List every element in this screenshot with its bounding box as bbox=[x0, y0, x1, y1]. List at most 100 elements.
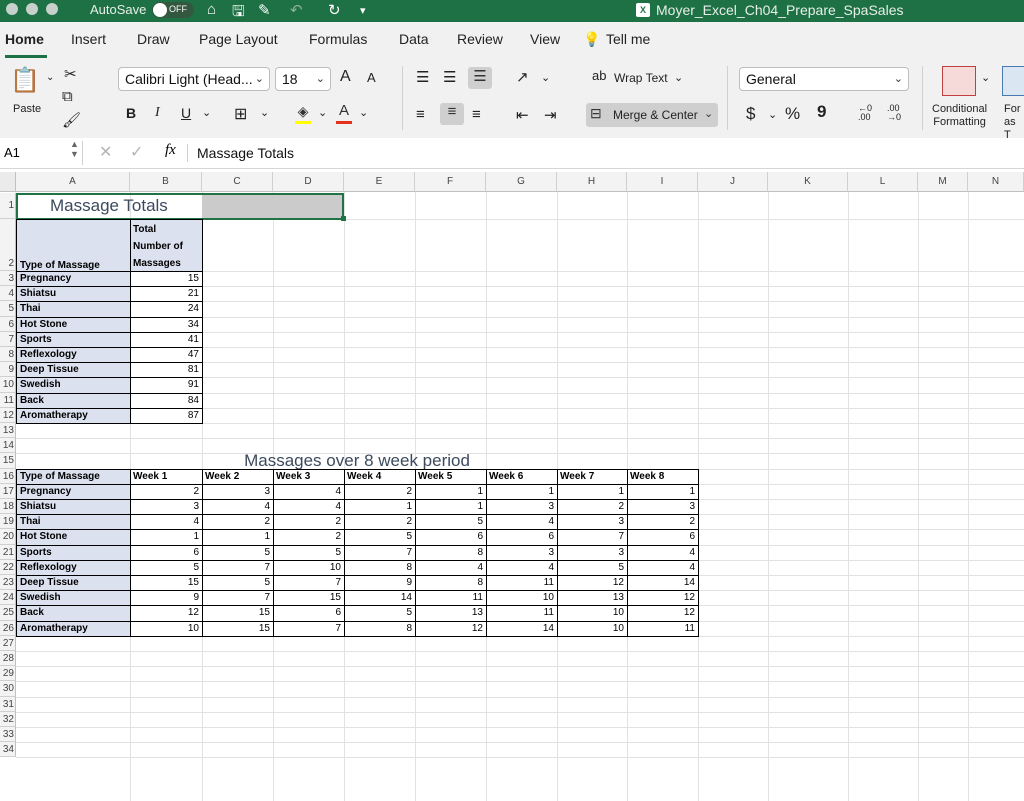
borders-icon[interactable]: ⊞ bbox=[234, 104, 247, 124]
week-header[interactable]: Week 1 bbox=[130, 468, 203, 485]
conditional-formatting-icon[interactable] bbox=[942, 66, 976, 96]
column-header-m[interactable]: M bbox=[918, 172, 968, 192]
weekly-cell[interactable]: 4 bbox=[273, 499, 345, 516]
totals-row-type[interactable]: Thai bbox=[16, 301, 131, 318]
column-header-k[interactable]: K bbox=[768, 172, 848, 192]
weekly-cell[interactable]: 15 bbox=[130, 575, 203, 592]
weekly-cell[interactable]: 5 bbox=[273, 544, 345, 561]
maximize-window-button[interactable] bbox=[46, 3, 58, 15]
orientation-dropdown-icon[interactable]: ⌄ bbox=[541, 71, 550, 84]
weekly-cell[interactable]: 2 bbox=[273, 514, 345, 531]
cell-a15-title[interactable]: Massages over 8 week period bbox=[16, 452, 698, 469]
format-as-table-button[interactable]: For as T bbox=[1004, 103, 1024, 142]
weekly-cell[interactable]: 4 bbox=[486, 559, 558, 576]
row-header-15[interactable]: 15 bbox=[0, 453, 16, 469]
align-left-icon[interactable]: ≡ bbox=[416, 106, 425, 123]
weekly-cell[interactable]: 10 bbox=[486, 590, 558, 607]
week-header[interactable]: Week 7 bbox=[557, 468, 628, 485]
weekly-cell[interactable]: 4 bbox=[202, 499, 274, 516]
copy-icon[interactable]: ⧉ bbox=[62, 88, 73, 105]
column-header-i[interactable]: I bbox=[627, 172, 698, 192]
weekly-type-header[interactable]: Type of Massage bbox=[16, 468, 131, 485]
totals-row-total[interactable]: 24 bbox=[130, 301, 203, 318]
cell-a1-title[interactable]: Massage Totals bbox=[16, 193, 344, 220]
weekly-row-type[interactable]: Pregnancy bbox=[16, 483, 131, 500]
weekly-cell[interactable]: 11 bbox=[415, 590, 487, 607]
weekly-row-type[interactable]: Sports bbox=[16, 544, 131, 561]
row-header-25[interactable]: 25 bbox=[0, 605, 16, 621]
italic-button[interactable]: I bbox=[155, 105, 160, 121]
row-header-29[interactable]: 29 bbox=[0, 666, 16, 682]
cut-icon[interactable]: ✂ bbox=[64, 65, 77, 83]
row-header-14[interactable]: 14 bbox=[0, 438, 16, 454]
weekly-cell[interactable]: 3 bbox=[627, 499, 699, 516]
column-header-a[interactable]: A bbox=[16, 172, 130, 192]
weekly-cell[interactable]: 9 bbox=[130, 590, 203, 607]
align-center-button[interactable]: ≡ bbox=[440, 103, 464, 125]
paste-icon[interactable]: 📋 bbox=[10, 66, 40, 96]
weekly-cell[interactable]: 12 bbox=[415, 620, 487, 637]
tab-page-layout[interactable]: Page Layout bbox=[199, 31, 278, 47]
close-window-button[interactable] bbox=[6, 3, 18, 15]
week-header[interactable]: Week 6 bbox=[486, 468, 558, 485]
conditional-dropdown-icon[interactable]: ⌄ bbox=[981, 71, 990, 84]
weekly-cell[interactable]: 6 bbox=[130, 544, 203, 561]
weekly-cell[interactable]: 7 bbox=[202, 590, 274, 607]
tab-review[interactable]: Review bbox=[457, 31, 503, 47]
row-header-2[interactable]: 2 bbox=[0, 219, 16, 271]
weekly-cell[interactable]: 10 bbox=[130, 620, 203, 637]
cancel-icon[interactable]: ✕ bbox=[99, 142, 112, 162]
weekly-cell[interactable]: 3 bbox=[557, 544, 628, 561]
weekly-cell[interactable]: 1 bbox=[557, 483, 628, 500]
document-title[interactable]: Moyer_Excel_Ch04_Prepare_SpaSales bbox=[656, 2, 903, 18]
weekly-cell[interactable]: 2 bbox=[344, 483, 416, 500]
font-name-select[interactable]: Calibri Light (Head... ⌄ bbox=[118, 67, 270, 91]
totals-row-total[interactable]: 81 bbox=[130, 362, 203, 379]
row-header-32[interactable]: 32 bbox=[0, 711, 16, 727]
weekly-cell[interactable]: 13 bbox=[415, 605, 487, 622]
row-header-17[interactable]: 17 bbox=[0, 483, 16, 499]
weekly-cell[interactable]: 10 bbox=[557, 605, 628, 622]
weekly-cell[interactable]: 4 bbox=[627, 559, 699, 576]
weekly-cell[interactable]: 12 bbox=[557, 575, 628, 592]
totals-row-total[interactable]: 15 bbox=[130, 271, 203, 288]
totals-row-type[interactable]: Pregnancy bbox=[16, 271, 131, 288]
column-header-n[interactable]: N bbox=[968, 172, 1024, 192]
weekly-cell[interactable]: 5 bbox=[202, 575, 274, 592]
row-header-27[interactable]: 27 bbox=[0, 635, 16, 651]
weekly-row-type[interactable]: Reflexology bbox=[16, 559, 131, 576]
wrap-text-button[interactable]: Wrap Text bbox=[614, 71, 668, 85]
week-header[interactable]: Week 5 bbox=[415, 468, 487, 485]
weekly-cell[interactable]: 1 bbox=[202, 529, 274, 546]
currency-dropdown-icon[interactable]: ⌄ bbox=[768, 108, 777, 121]
column-header-d[interactable]: D bbox=[273, 172, 344, 192]
weekly-cell[interactable]: 12 bbox=[627, 590, 699, 607]
weekly-cell[interactable]: 6 bbox=[486, 529, 558, 546]
totals-row-total[interactable]: 34 bbox=[130, 316, 203, 333]
weekly-cell[interactable]: 11 bbox=[486, 605, 558, 622]
paste-dropdown-icon[interactable]: ⌄ bbox=[46, 72, 54, 83]
tab-insert[interactable]: Insert bbox=[71, 31, 106, 47]
totals-row-type[interactable]: Swedish bbox=[16, 377, 131, 394]
orientation-icon[interactable]: ↗ bbox=[516, 68, 529, 86]
select-all-button[interactable] bbox=[0, 172, 16, 192]
weekly-cell[interactable]: 5 bbox=[557, 559, 628, 576]
underline-dropdown-icon[interactable]: ⌄ bbox=[202, 106, 211, 119]
weekly-cell[interactable]: 7 bbox=[557, 529, 628, 546]
row-header-28[interactable]: 28 bbox=[0, 651, 16, 667]
column-header-c[interactable]: C bbox=[202, 172, 273, 192]
currency-button[interactable]: $ bbox=[746, 104, 755, 124]
enter-icon[interactable]: ✓ bbox=[130, 142, 143, 162]
totals-row-type[interactable]: Deep Tissue bbox=[16, 362, 131, 379]
weekly-cell[interactable]: 3 bbox=[486, 499, 558, 516]
week-header[interactable]: Week 3 bbox=[273, 468, 345, 485]
conditional-formatting-button[interactable]: Conditional Formatting bbox=[932, 103, 987, 129]
weekly-cell[interactable]: 5 bbox=[344, 605, 416, 622]
increase-decimal-button[interactable]: ←0.00 bbox=[858, 104, 872, 122]
name-box[interactable]: A1 ▲ ▼ bbox=[0, 139, 83, 165]
worksheet-grid[interactable]: A B C D E F G H I J K L M N 1 2 3 4 5 6 7 8 9 10 11 12 13 14 15 16 17 1… bbox=[0, 172, 1024, 801]
weekly-cell[interactable]: 6 bbox=[415, 529, 487, 546]
weekly-cell[interactable]: 7 bbox=[202, 559, 274, 576]
weekly-cell[interactable]: 15 bbox=[202, 620, 274, 637]
row-header-26[interactable]: 26 bbox=[0, 620, 16, 636]
